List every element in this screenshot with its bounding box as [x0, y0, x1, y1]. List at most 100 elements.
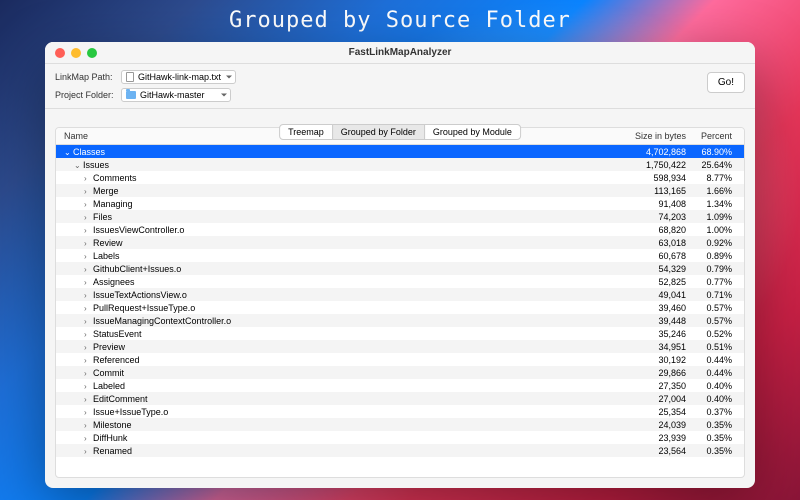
- table-row[interactable]: ›Managing91,4081.34%: [56, 197, 744, 210]
- chevron-right-icon[interactable]: ›: [84, 226, 91, 235]
- chevron-right-icon[interactable]: ›: [84, 447, 91, 456]
- table-row[interactable]: ›Labels60,6780.89%: [56, 249, 744, 262]
- chevron-right-icon[interactable]: ›: [84, 408, 91, 417]
- chevron-right-icon[interactable]: ›: [84, 213, 91, 222]
- chevron-right-icon[interactable]: ›: [84, 317, 91, 326]
- row-percent: 1.66%: [686, 186, 736, 196]
- table-row[interactable]: ›Issue+IssueType.o25,3540.37%: [56, 405, 744, 418]
- table-row[interactable]: ›PullRequest+IssueType.o39,4600.57%: [56, 301, 744, 314]
- row-size: 35,246: [616, 329, 686, 339]
- row-size: 30,192: [616, 355, 686, 365]
- row-percent: 1.34%: [686, 199, 736, 209]
- row-size: 23,564: [616, 446, 686, 456]
- chevron-right-icon[interactable]: ›: [84, 369, 91, 378]
- row-percent: 0.57%: [686, 316, 736, 326]
- row-size: 27,004: [616, 394, 686, 404]
- chevron-right-icon[interactable]: ›: [84, 239, 91, 248]
- row-percent: 0.37%: [686, 407, 736, 417]
- table-row[interactable]: ›IssueTextActionsView.o49,0410.71%: [56, 288, 744, 301]
- chevron-right-icon[interactable]: ›: [84, 265, 91, 274]
- chevron-right-icon[interactable]: ›: [84, 395, 91, 404]
- row-size: 34,951: [616, 342, 686, 352]
- table-row[interactable]: ›DiffHunk23,9390.35%: [56, 431, 744, 444]
- table-body[interactable]: ⌄Classes4,702,86868.90%⌄Issues1,750,4222…: [56, 145, 744, 477]
- chevron-right-icon[interactable]: ›: [84, 252, 91, 261]
- window-title: FastLinkMapAnalyzer: [45, 47, 755, 58]
- row-size: 49,041: [616, 290, 686, 300]
- chevron-right-icon[interactable]: ›: [84, 434, 91, 443]
- table-row[interactable]: ›IssuesViewController.o68,8201.00%: [56, 223, 744, 236]
- table-row[interactable]: ›Renamed23,5640.35%: [56, 444, 744, 457]
- row-percent: 0.77%: [686, 277, 736, 287]
- chevron-down-icon[interactable]: ⌄: [64, 148, 71, 157]
- row-percent: 0.57%: [686, 303, 736, 313]
- chevron-right-icon[interactable]: ›: [84, 187, 91, 196]
- table-row[interactable]: ›Commit29,8660.44%: [56, 366, 744, 379]
- app-window: FastLinkMapAnalyzer LinkMap Path: GitHaw…: [45, 42, 755, 488]
- table-row[interactable]: ›GithubClient+Issues.o54,3290.79%: [56, 262, 744, 275]
- project-folder-popup[interactable]: GitHawk-master: [121, 88, 231, 102]
- row-percent: 0.35%: [686, 433, 736, 443]
- row-size: 39,448: [616, 316, 686, 326]
- titlebar[interactable]: FastLinkMapAnalyzer: [45, 42, 755, 64]
- row-name: IssueTextActionsView.o: [93, 290, 187, 300]
- table-row[interactable]: ›Review63,0180.92%: [56, 236, 744, 249]
- table-row[interactable]: ›Assignees52,8250.77%: [56, 275, 744, 288]
- row-name: Comments: [93, 173, 137, 183]
- row-percent: 0.89%: [686, 251, 736, 261]
- chevron-right-icon[interactable]: ›: [84, 330, 91, 339]
- row-size: 39,460: [616, 303, 686, 313]
- table-row[interactable]: ›Preview34,9510.51%: [56, 340, 744, 353]
- table-row[interactable]: ›Merge113,1651.66%: [56, 184, 744, 197]
- table-row[interactable]: ›IssueManagingContextController.o39,4480…: [56, 314, 744, 327]
- table-row[interactable]: ›Referenced30,1920.44%: [56, 353, 744, 366]
- row-percent: 0.35%: [686, 446, 736, 456]
- row-name: Review: [93, 238, 123, 248]
- content-area: Name Size in bytes Percent ⌄Classes4,702…: [45, 109, 755, 488]
- column-percent[interactable]: Percent: [686, 131, 736, 141]
- tab-grouped-by-module[interactable]: Grouped by Module: [424, 124, 521, 140]
- table-row[interactable]: ›Labeled27,3500.40%: [56, 379, 744, 392]
- table-row[interactable]: ›Files74,2031.09%: [56, 210, 744, 223]
- row-name: DiffHunk: [93, 433, 127, 443]
- results-table: Name Size in bytes Percent ⌄Classes4,702…: [55, 127, 745, 478]
- chevron-right-icon[interactable]: ›: [84, 200, 91, 209]
- chevron-right-icon[interactable]: ›: [84, 278, 91, 287]
- linkmap-path-popup[interactable]: GitHawk-link-map.txt: [121, 70, 236, 84]
- row-size: 24,039: [616, 420, 686, 430]
- linkmap-path-value: GitHawk-link-map.txt: [138, 72, 221, 82]
- row-size: 25,354: [616, 407, 686, 417]
- row-percent: 0.51%: [686, 342, 736, 352]
- chevron-right-icon[interactable]: ›: [84, 356, 91, 365]
- row-percent: 0.44%: [686, 368, 736, 378]
- chevron-right-icon[interactable]: ›: [84, 421, 91, 430]
- row-name: Labels: [93, 251, 120, 261]
- chevron-right-icon[interactable]: ›: [84, 291, 91, 300]
- chevron-down-icon[interactable]: ⌄: [74, 161, 81, 170]
- table-row[interactable]: ›Comments598,9348.77%: [56, 171, 744, 184]
- row-name: Classes: [73, 147, 105, 157]
- go-button[interactable]: Go!: [707, 72, 745, 93]
- row-percent: 0.44%: [686, 355, 736, 365]
- tab-treemap[interactable]: Treemap: [279, 124, 333, 140]
- table-row[interactable]: ›EditComment27,0040.40%: [56, 392, 744, 405]
- table-row[interactable]: ›Milestone24,0390.35%: [56, 418, 744, 431]
- view-tabs: Treemap Grouped by Folder Grouped by Mod…: [279, 124, 521, 140]
- tab-grouped-by-folder[interactable]: Grouped by Folder: [332, 124, 425, 140]
- chevron-right-icon[interactable]: ›: [84, 304, 91, 313]
- row-size: 52,825: [616, 277, 686, 287]
- table-row[interactable]: ⌄Classes4,702,86868.90%: [56, 145, 744, 158]
- row-name: Milestone: [93, 420, 132, 430]
- row-percent: 1.00%: [686, 225, 736, 235]
- project-folder-value: GitHawk-master: [140, 90, 205, 100]
- table-row[interactable]: ⌄Issues1,750,42225.64%: [56, 158, 744, 171]
- row-name: Managing: [93, 199, 133, 209]
- row-name: Labeled: [93, 381, 125, 391]
- row-size: 74,203: [616, 212, 686, 222]
- column-size[interactable]: Size in bytes: [616, 131, 686, 141]
- chevron-right-icon[interactable]: ›: [84, 382, 91, 391]
- chevron-right-icon[interactable]: ›: [84, 174, 91, 183]
- chevron-right-icon[interactable]: ›: [84, 343, 91, 352]
- row-percent: 0.52%: [686, 329, 736, 339]
- table-row[interactable]: ›StatusEvent35,2460.52%: [56, 327, 744, 340]
